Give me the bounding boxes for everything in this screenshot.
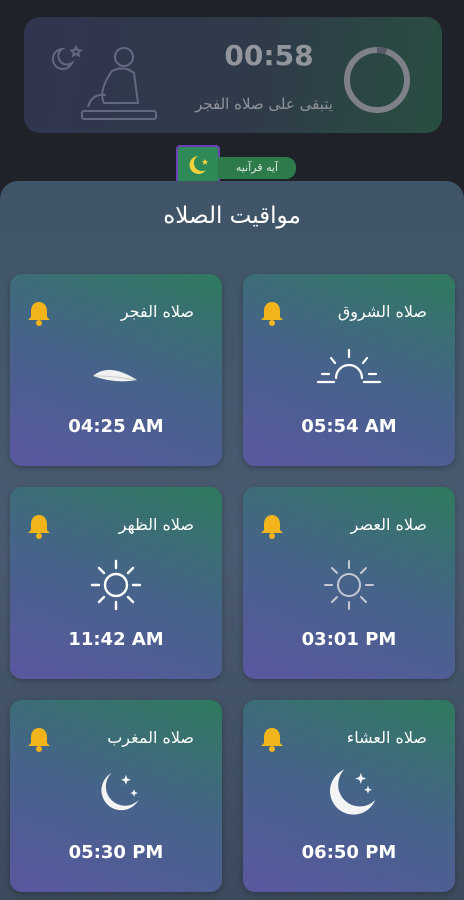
- prayer-card-dhuhr[interactable]: صلاه الظهر 11:42 AM: [10, 487, 222, 679]
- prayer-name: صلاه العصر: [350, 515, 427, 534]
- bell-icon[interactable]: [24, 511, 54, 541]
- crescent-flag-icon: [176, 145, 220, 185]
- prayer-time: 04:25 AM: [68, 416, 164, 437]
- bell-icon[interactable]: [257, 724, 287, 754]
- moon-stars-icon: [101, 773, 139, 811]
- prayer-card-sunrise[interactable]: صلاه الشروق 05:54 AM: [243, 274, 455, 466]
- sunrise-icon: [316, 348, 382, 384]
- sun-icon: [90, 559, 142, 611]
- prayer-card-maghrib[interactable]: صلاه المغرب 05:30 PM: [10, 700, 222, 892]
- prayer-time: 11:42 AM: [68, 629, 164, 650]
- quran-verse-button[interactable]: آيه قرآنيه: [176, 145, 298, 185]
- bell-icon[interactable]: [24, 724, 54, 754]
- quran-verse-label: آيه قرآنيه: [218, 157, 296, 179]
- prayer-time: 06:50 PM: [301, 842, 397, 863]
- bell-icon[interactable]: [24, 298, 54, 328]
- praying-person-illustration: [51, 44, 157, 120]
- prayer-name: صلاه المغرب: [107, 728, 194, 747]
- countdown-label: يتبقى على صلاه الفجر: [195, 95, 333, 113]
- prayer-time: 05:54 AM: [301, 416, 397, 437]
- prayer-card-asr[interactable]: صلاه العصر 03:01 PM: [243, 487, 455, 679]
- countdown-time: 00:58: [224, 39, 314, 72]
- prayer-name: صلاه الظهر: [118, 515, 194, 534]
- prayer-time: 05:30 PM: [68, 842, 164, 863]
- prayer-name: صلاه الفجر: [120, 302, 194, 321]
- feather-icon: [93, 369, 137, 382]
- countdown-progress-ring: [344, 47, 410, 113]
- prayer-name: صلاه الشروق: [337, 302, 427, 321]
- prayer-time: 03:01 PM: [301, 629, 397, 650]
- bell-icon[interactable]: [257, 298, 287, 328]
- panel-title: مواقيت الصلاه: [163, 203, 301, 229]
- moon-stars-icon: [330, 769, 376, 815]
- sun-icon: [324, 560, 374, 610]
- prayer-card-fajr[interactable]: صلاه الفجر 04:25 AM: [10, 274, 222, 466]
- prayer-card-isha[interactable]: صلاه العشاء 06:50 PM: [243, 700, 455, 892]
- next-prayer-countdown-card: 00:58 يتبقى على صلاه الفجر: [24, 17, 442, 133]
- bell-icon[interactable]: [257, 511, 287, 541]
- prayer-name: صلاه العشاء: [346, 728, 427, 747]
- prayer-times-panel: مواقيت الصلاه صلاه الشروق 05:54 AM صلاه …: [0, 181, 464, 900]
